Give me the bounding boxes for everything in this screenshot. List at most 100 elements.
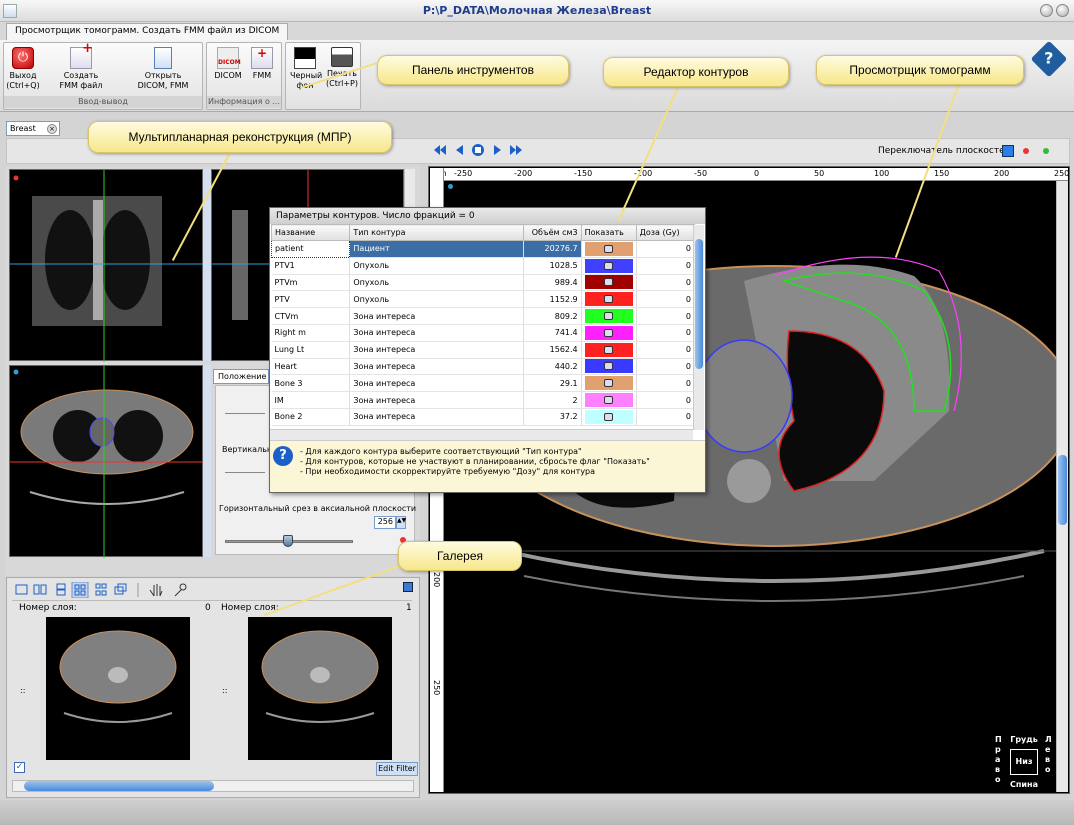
column-volume[interactable]: Объём см3 — [523, 224, 582, 241]
show-checkbox-icon[interactable] — [603, 362, 613, 371]
contour-color-swatch[interactable] — [584, 359, 633, 374]
contour-dose-cell[interactable]: 0 — [636, 274, 696, 292]
contour-show-cell[interactable] — [581, 240, 637, 258]
contour-dose-cell[interactable]: 0 — [636, 257, 696, 275]
contour-name-cell[interactable]: Bone 2 — [271, 408, 351, 426]
show-checkbox-icon[interactable] — [603, 295, 613, 304]
contour-volume-cell[interactable]: 37.2 — [523, 408, 582, 426]
contour-show-cell[interactable] — [581, 391, 637, 409]
contour-show-cell[interactable] — [581, 374, 637, 393]
stop-icon[interactable] — [472, 144, 484, 156]
contour-color-swatch[interactable] — [584, 325, 633, 340]
plane-sagittal-button[interactable] — [1043, 148, 1049, 154]
contour-volume-cell[interactable]: 1562.4 — [523, 341, 582, 359]
viewer-scrollbar-thumb[interactable] — [1058, 455, 1067, 525]
contour-name-cell[interactable]: PTVm — [271, 274, 351, 292]
last-frame-icon[interactable] — [510, 145, 522, 155]
horizontal-slice-thumb[interactable] — [282, 535, 293, 547]
layout-vertical-icon[interactable] — [56, 583, 66, 596]
contour-volume-cell[interactable]: 29.1 — [523, 374, 582, 393]
contour-row[interactable]: patient Пациент 20276.7 0 — [270, 240, 696, 258]
layout-multi-icon[interactable] — [95, 583, 107, 596]
contour-color-swatch[interactable] — [584, 409, 633, 424]
gallery-detach-icon[interactable] — [403, 582, 413, 592]
contour-type-cell[interactable]: Зона интереса — [349, 391, 525, 409]
contour-volume-cell[interactable]: 989.4 — [523, 274, 582, 292]
contour-show-cell[interactable] — [581, 358, 637, 376]
contour-type-cell[interactable]: Опухоль — [349, 257, 525, 275]
tab-breast[interactable]: Breast × — [6, 121, 60, 136]
show-checkbox-icon[interactable] — [603, 396, 613, 405]
contour-row[interactable]: CTVm Зона интереса 809.2 0 — [271, 307, 696, 325]
wrench-icon[interactable] — [174, 583, 187, 597]
show-checkbox-icon[interactable] — [603, 278, 613, 287]
contour-color-swatch[interactable] — [584, 393, 633, 408]
thumbnail-grip-1[interactable]: :: — [222, 686, 227, 695]
plane-coronal-button[interactable] — [1023, 148, 1029, 154]
contour-row[interactable]: Right m Зона интереса 741.4 0 — [271, 324, 696, 342]
contour-type-cell[interactable]: Опухоль — [349, 290, 525, 309]
contour-color-swatch[interactable] — [584, 309, 633, 324]
contour-row[interactable]: PTVm Опухоль 989.4 0 — [271, 274, 696, 292]
viewer-scrollbar[interactable] — [1056, 181, 1068, 792]
contour-name-cell[interactable]: patient — [270, 240, 351, 258]
axial-scrollbar[interactable] — [203, 365, 211, 557]
slider-track-2[interactable] — [225, 465, 265, 473]
layout-1-icon[interactable] — [15, 584, 28, 595]
gallery-thumbnail-1[interactable] — [248, 617, 392, 760]
contour-dose-cell[interactable]: 0 — [636, 240, 696, 258]
contour-volume-cell[interactable]: 809.2 — [523, 307, 582, 325]
contour-dose-cell[interactable]: 0 — [636, 391, 696, 409]
gallery-checkbox[interactable]: ✓ — [14, 762, 25, 773]
contour-table-vscroll[interactable] — [693, 225, 704, 430]
contour-type-cell[interactable]: Зона интереса — [349, 374, 525, 393]
contour-show-cell[interactable] — [581, 324, 637, 342]
column-name[interactable]: Название — [270, 224, 351, 241]
layout-stack-icon[interactable] — [114, 583, 127, 595]
ribbon-tab-viewer[interactable]: Просмотрщик томограмм. Создать FMM файл … — [6, 23, 289, 40]
contour-type-cell[interactable]: Зона интереса — [349, 408, 525, 426]
edit-filter-button[interactable]: Edit Filter — [376, 762, 418, 776]
contour-type-cell[interactable]: Зона интереса — [349, 307, 525, 325]
contour-color-swatch[interactable] — [584, 292, 633, 307]
contour-name-cell[interactable]: IM — [271, 391, 351, 409]
contour-type-cell[interactable]: Опухоль — [349, 274, 525, 292]
column-type[interactable]: Тип контура — [349, 224, 525, 241]
contour-table-hscroll[interactable] — [270, 429, 693, 440]
close-icon[interactable] — [1056, 4, 1069, 17]
contour-dose-cell[interactable]: 0 — [636, 290, 696, 309]
contour-name-cell[interactable]: PTV1 — [271, 257, 351, 275]
contour-row[interactable]: Heart Зона интереса 440.2 0 — [271, 358, 696, 376]
horizontal-slice-spinner[interactable]: ▲▼ — [396, 516, 406, 529]
layout-2-icon[interactable] — [33, 584, 47, 595]
exit-button[interactable]: ⏻ Выход (Ctrl+Q) — [6, 47, 40, 91]
gallery-scrollbar-thumb[interactable] — [24, 781, 214, 791]
contour-volume-cell[interactable]: 2 — [523, 391, 582, 409]
contour-color-swatch[interactable] — [584, 241, 633, 256]
contour-name-cell[interactable]: Bone 3 — [271, 374, 351, 393]
contour-row[interactable]: PTV Опухоль 1152.9 0 — [271, 290, 696, 309]
contour-name-cell[interactable]: Lung Lt — [271, 341, 351, 359]
gallery-thumbnail-0[interactable] — [46, 617, 190, 760]
fmm-info-button[interactable]: + FMM — [247, 47, 277, 81]
thumbnail-grip-0[interactable]: :: — [20, 686, 25, 695]
tab-position[interactable]: Положение — [213, 369, 269, 384]
contour-row[interactable]: Bone 3 Зона интереса 29.1 0 — [271, 374, 696, 393]
contour-type-cell[interactable]: Зона интереса — [349, 358, 525, 376]
contour-show-cell[interactable] — [581, 274, 637, 292]
contour-row[interactable]: Lung Lt Зона интереса 1562.4 0 — [271, 341, 696, 359]
layout-grid-icon[interactable] — [71, 582, 89, 598]
show-checkbox-icon[interactable] — [603, 328, 613, 337]
dicom-info-button[interactable]: DICOM DICOM — [211, 47, 245, 81]
contour-name-cell[interactable]: Heart — [271, 358, 351, 376]
mpr-coronal-view[interactable] — [9, 169, 204, 362]
contour-show-cell[interactable] — [581, 408, 637, 426]
plane-axial-button[interactable] — [1002, 145, 1014, 157]
contour-color-swatch[interactable] — [584, 376, 633, 391]
open-button[interactable]: Открыть DICOM, FMM — [129, 47, 197, 91]
create-fmm-button[interactable]: + Создать FMM файл — [56, 42, 106, 91]
contour-dose-cell[interactable]: 0 — [636, 324, 696, 342]
contour-show-cell[interactable] — [581, 290, 637, 309]
contour-show-cell[interactable] — [581, 307, 637, 325]
contour-dose-cell[interactable]: 0 — [636, 408, 696, 426]
